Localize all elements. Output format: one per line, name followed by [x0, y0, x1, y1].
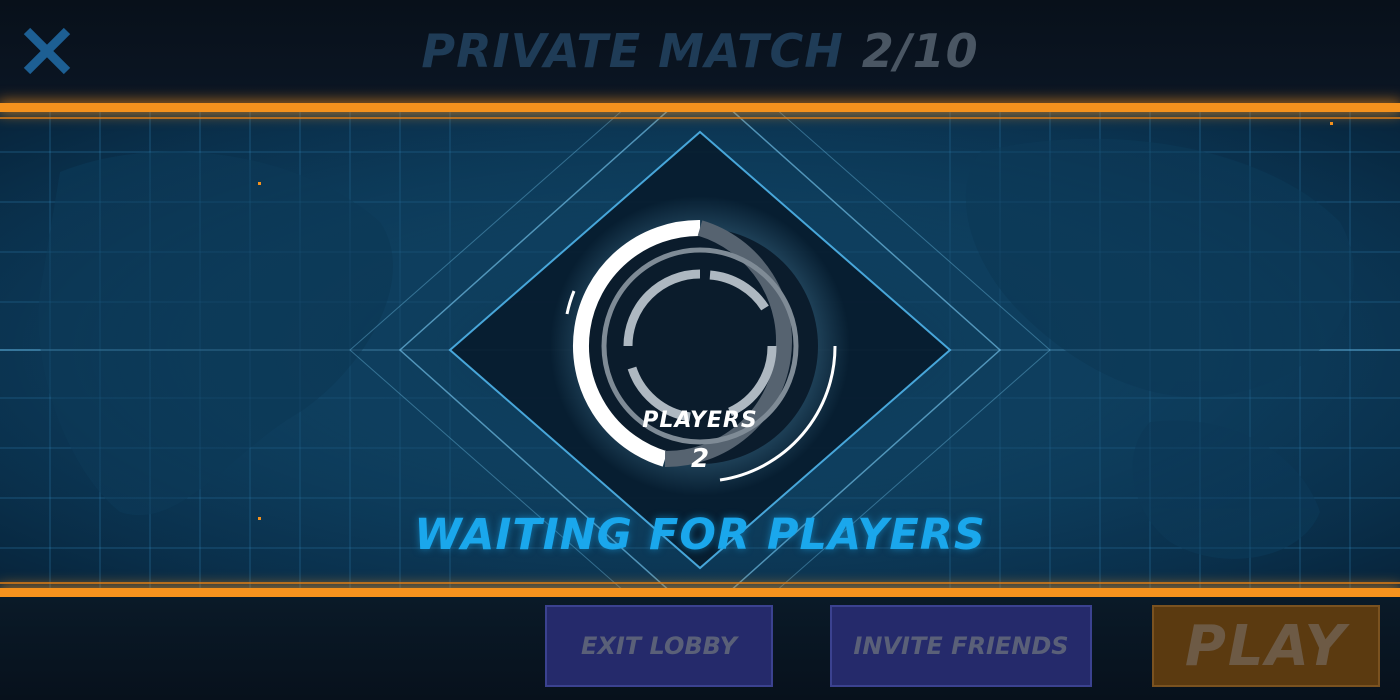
- invite-friends-button[interactable]: INVITE FRIENDS: [830, 605, 1092, 687]
- bottom-orange-stripe: [0, 588, 1400, 597]
- players-count: 2: [690, 444, 710, 474]
- match-title: PRIVATE MATCH: [421, 24, 844, 78]
- play-button[interactable]: PLAY: [1152, 605, 1380, 687]
- bottom-thin-line: [0, 582, 1400, 584]
- top-bar: PRIVATE MATCH 2/10: [0, 0, 1400, 103]
- page-title: PRIVATE MATCH 2/10: [0, 24, 1400, 78]
- top-thin-line: [0, 117, 1400, 119]
- player-ring: PLAYERS 2: [540, 196, 860, 496]
- exit-lobby-label: EXIT LOBBY: [580, 632, 738, 660]
- lobby-panel: PLAYERS 2 WAITING FOR PLAYERS: [0, 112, 1400, 588]
- invite-friends-label: INVITE FRIENDS: [853, 632, 1069, 660]
- exit-lobby-button[interactable]: EXIT LOBBY: [545, 605, 773, 687]
- players-label: PLAYERS: [642, 408, 758, 433]
- play-label: PLAY: [1184, 613, 1348, 679]
- match-player-count: 2/10: [861, 24, 979, 78]
- top-orange-stripe: [0, 103, 1400, 112]
- waiting-status-text: WAITING FOR PLAYERS: [414, 510, 986, 560]
